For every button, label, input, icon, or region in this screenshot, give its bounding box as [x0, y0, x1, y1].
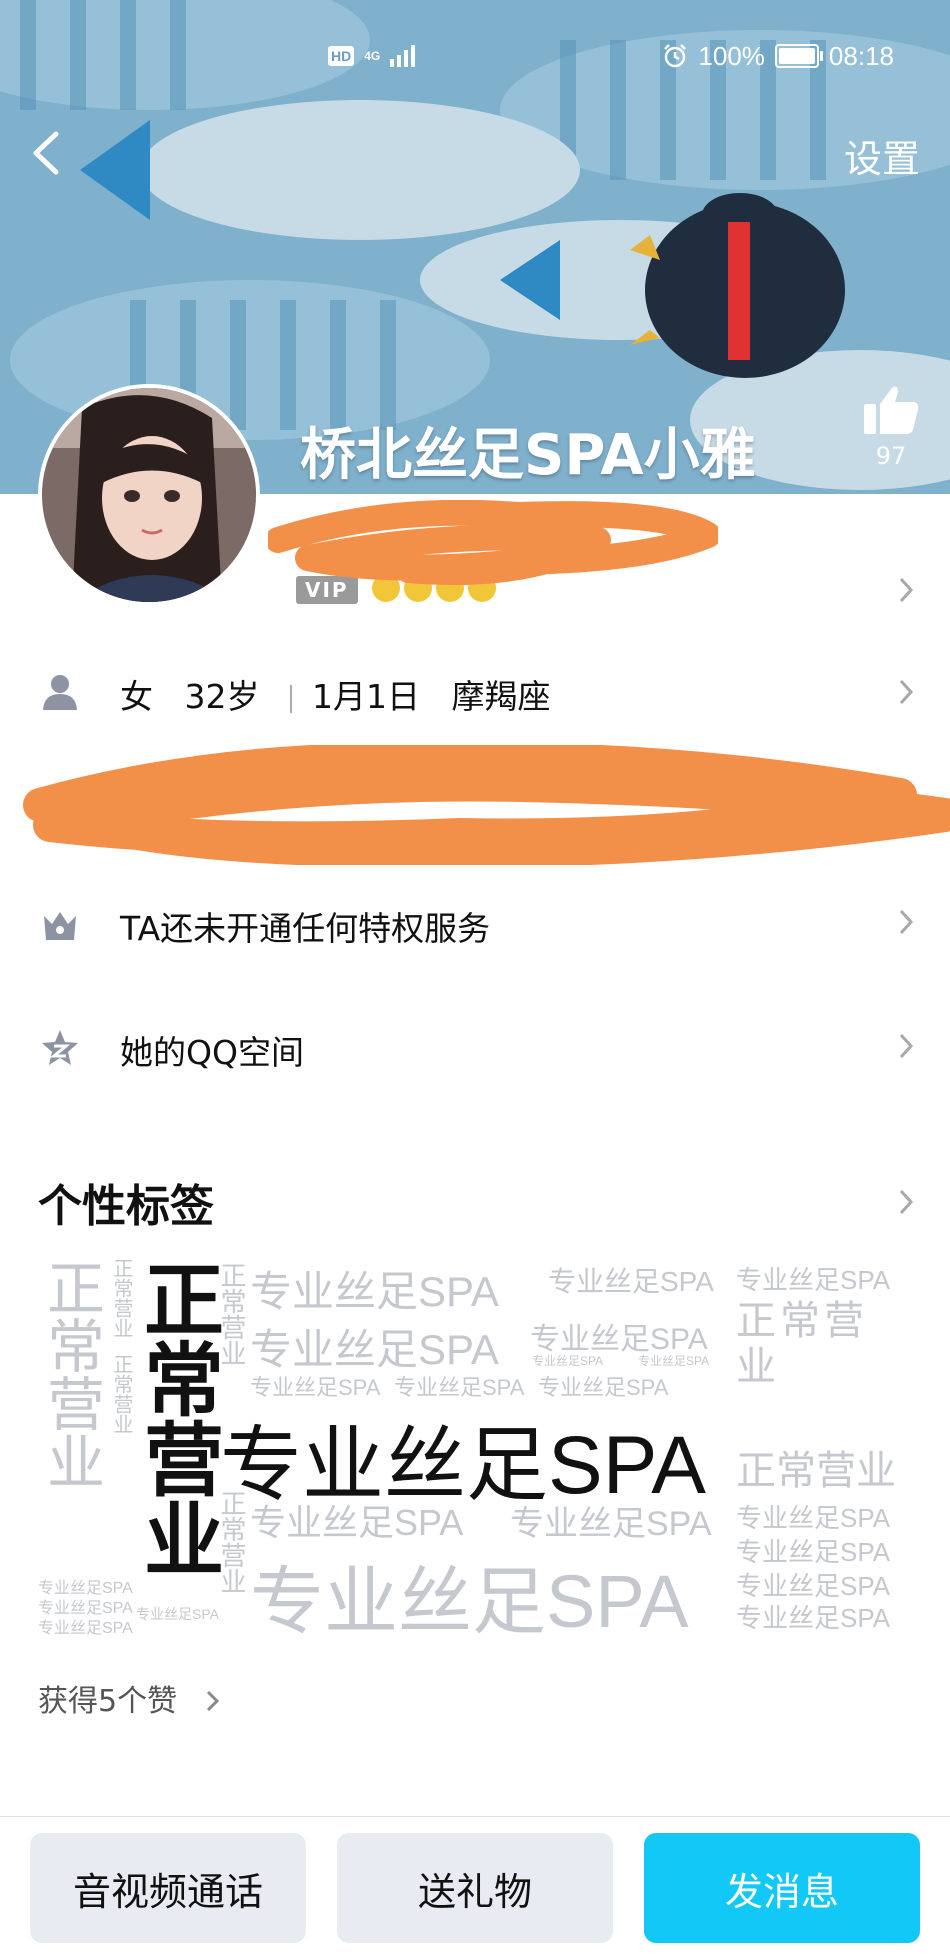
chevron-left-icon[interactable]	[26, 128, 66, 178]
like-button[interactable]: 97	[858, 384, 924, 470]
qzone-row[interactable]: 她的QQ空间	[0, 1008, 950, 1088]
tag-word: 专业丝足SPA	[250, 1268, 499, 1315]
tag-word: 正常营业	[736, 1299, 868, 1389]
tag-word: 专业丝足SPA	[136, 1606, 219, 1622]
qzone-text: 她的QQ空间	[120, 1033, 304, 1072]
chevron-right-icon	[899, 1033, 914, 1059]
status-network: HD 4G	[328, 36, 416, 76]
chevron-right-icon	[899, 679, 914, 705]
basic-info-row[interactable]: 女 32岁 1月1日 摩羯座	[0, 652, 950, 732]
tag-word: 专业丝足SPA	[532, 1354, 604, 1368]
zodiac: 摩羯座	[451, 677, 551, 716]
likes-received-text: 获得5个赞	[38, 1684, 178, 1719]
birthday: 1月1日	[311, 677, 420, 716]
profile-name: 桥北丝足SPA小雅	[300, 423, 756, 488]
gender: 女	[120, 677, 153, 716]
tag-word-primary: 正常营业	[133, 1258, 222, 1578]
divider	[289, 684, 292, 713]
tag-word: 专业丝足SPA	[250, 1502, 464, 1543]
action-bar: 音视频通话 送礼物 发消息	[0, 1816, 950, 1960]
privilege-row[interactable]: TA还未开通任何特权服务	[0, 884, 950, 964]
tag-word: 专业丝足SPA	[250, 1326, 499, 1373]
thumbs-up-icon	[864, 386, 919, 434]
age: 32岁	[184, 677, 260, 716]
tags-title: 个性标签	[38, 1181, 214, 1232]
tag-word: 正常营业	[110, 1258, 132, 1338]
network-label: 4G	[364, 49, 381, 63]
tag-word: 专业丝足SPA	[510, 1505, 712, 1543]
chevron-right-icon[interactable]	[898, 1188, 914, 1216]
tag-word: 正常营业	[736, 1449, 896, 1493]
tag-word: 正常营业	[110, 1354, 132, 1434]
tag-word: 专业丝足SPA	[736, 1603, 891, 1633]
chevron-right-icon	[899, 909, 914, 935]
battery-icon	[774, 44, 823, 68]
person-icon	[43, 675, 77, 710]
tag-word: 专业丝足SPA	[250, 1560, 689, 1643]
qzone-star-icon	[42, 1030, 78, 1065]
tag-word: 专业丝足SPA	[638, 1354, 710, 1368]
privilege-text: TA还未开通任何特权服务	[120, 909, 491, 948]
like-count: 97	[875, 442, 907, 470]
tag-word: 专业丝足SPA	[736, 1503, 891, 1533]
clock: 08:18	[828, 40, 894, 71]
basic-info-text: 女 32岁 1月1日 摩羯座	[120, 670, 550, 718]
avatar-photo	[42, 388, 256, 602]
tag-word: 专业丝足SPA	[736, 1265, 891, 1295]
status-system: 100% 08:18	[662, 36, 894, 76]
send-gift-button[interactable]: 送礼物	[337, 1833, 613, 1943]
chevron-right-icon[interactable]	[898, 576, 914, 604]
chevron-right-icon	[206, 1690, 219, 1712]
tag-word: 正常营业	[38, 1258, 103, 1490]
tag-word: 专业丝足SPA	[38, 1620, 133, 1637]
redaction-scribble	[23, 745, 950, 865]
tag-word: 专业丝足SPA	[736, 1537, 891, 1567]
video-call-button[interactable]: 音视频通话	[30, 1833, 306, 1943]
send-message-button[interactable]: 发消息	[644, 1833, 920, 1943]
tag-word: 专业丝足SPA	[548, 1266, 714, 1297]
tag-word: 正常营业	[217, 1262, 247, 1366]
tag-cloud[interactable]: 正常营业 正常营业 正常营业 正常营业 正常营业 正常营业 专业丝足SPA 专业…	[38, 1258, 918, 1643]
likes-received-link[interactable]: 获得5个赞	[38, 1676, 221, 1720]
alarm-icon	[664, 44, 687, 68]
settings-button[interactable]: 设置	[844, 128, 920, 183]
signal-icon	[390, 45, 416, 67]
battery-percent: 100%	[698, 40, 765, 71]
hd-badge: HD	[328, 46, 355, 66]
crown-icon	[44, 912, 76, 940]
avatar[interactable]	[38, 384, 260, 606]
redaction-scribble	[268, 500, 718, 585]
